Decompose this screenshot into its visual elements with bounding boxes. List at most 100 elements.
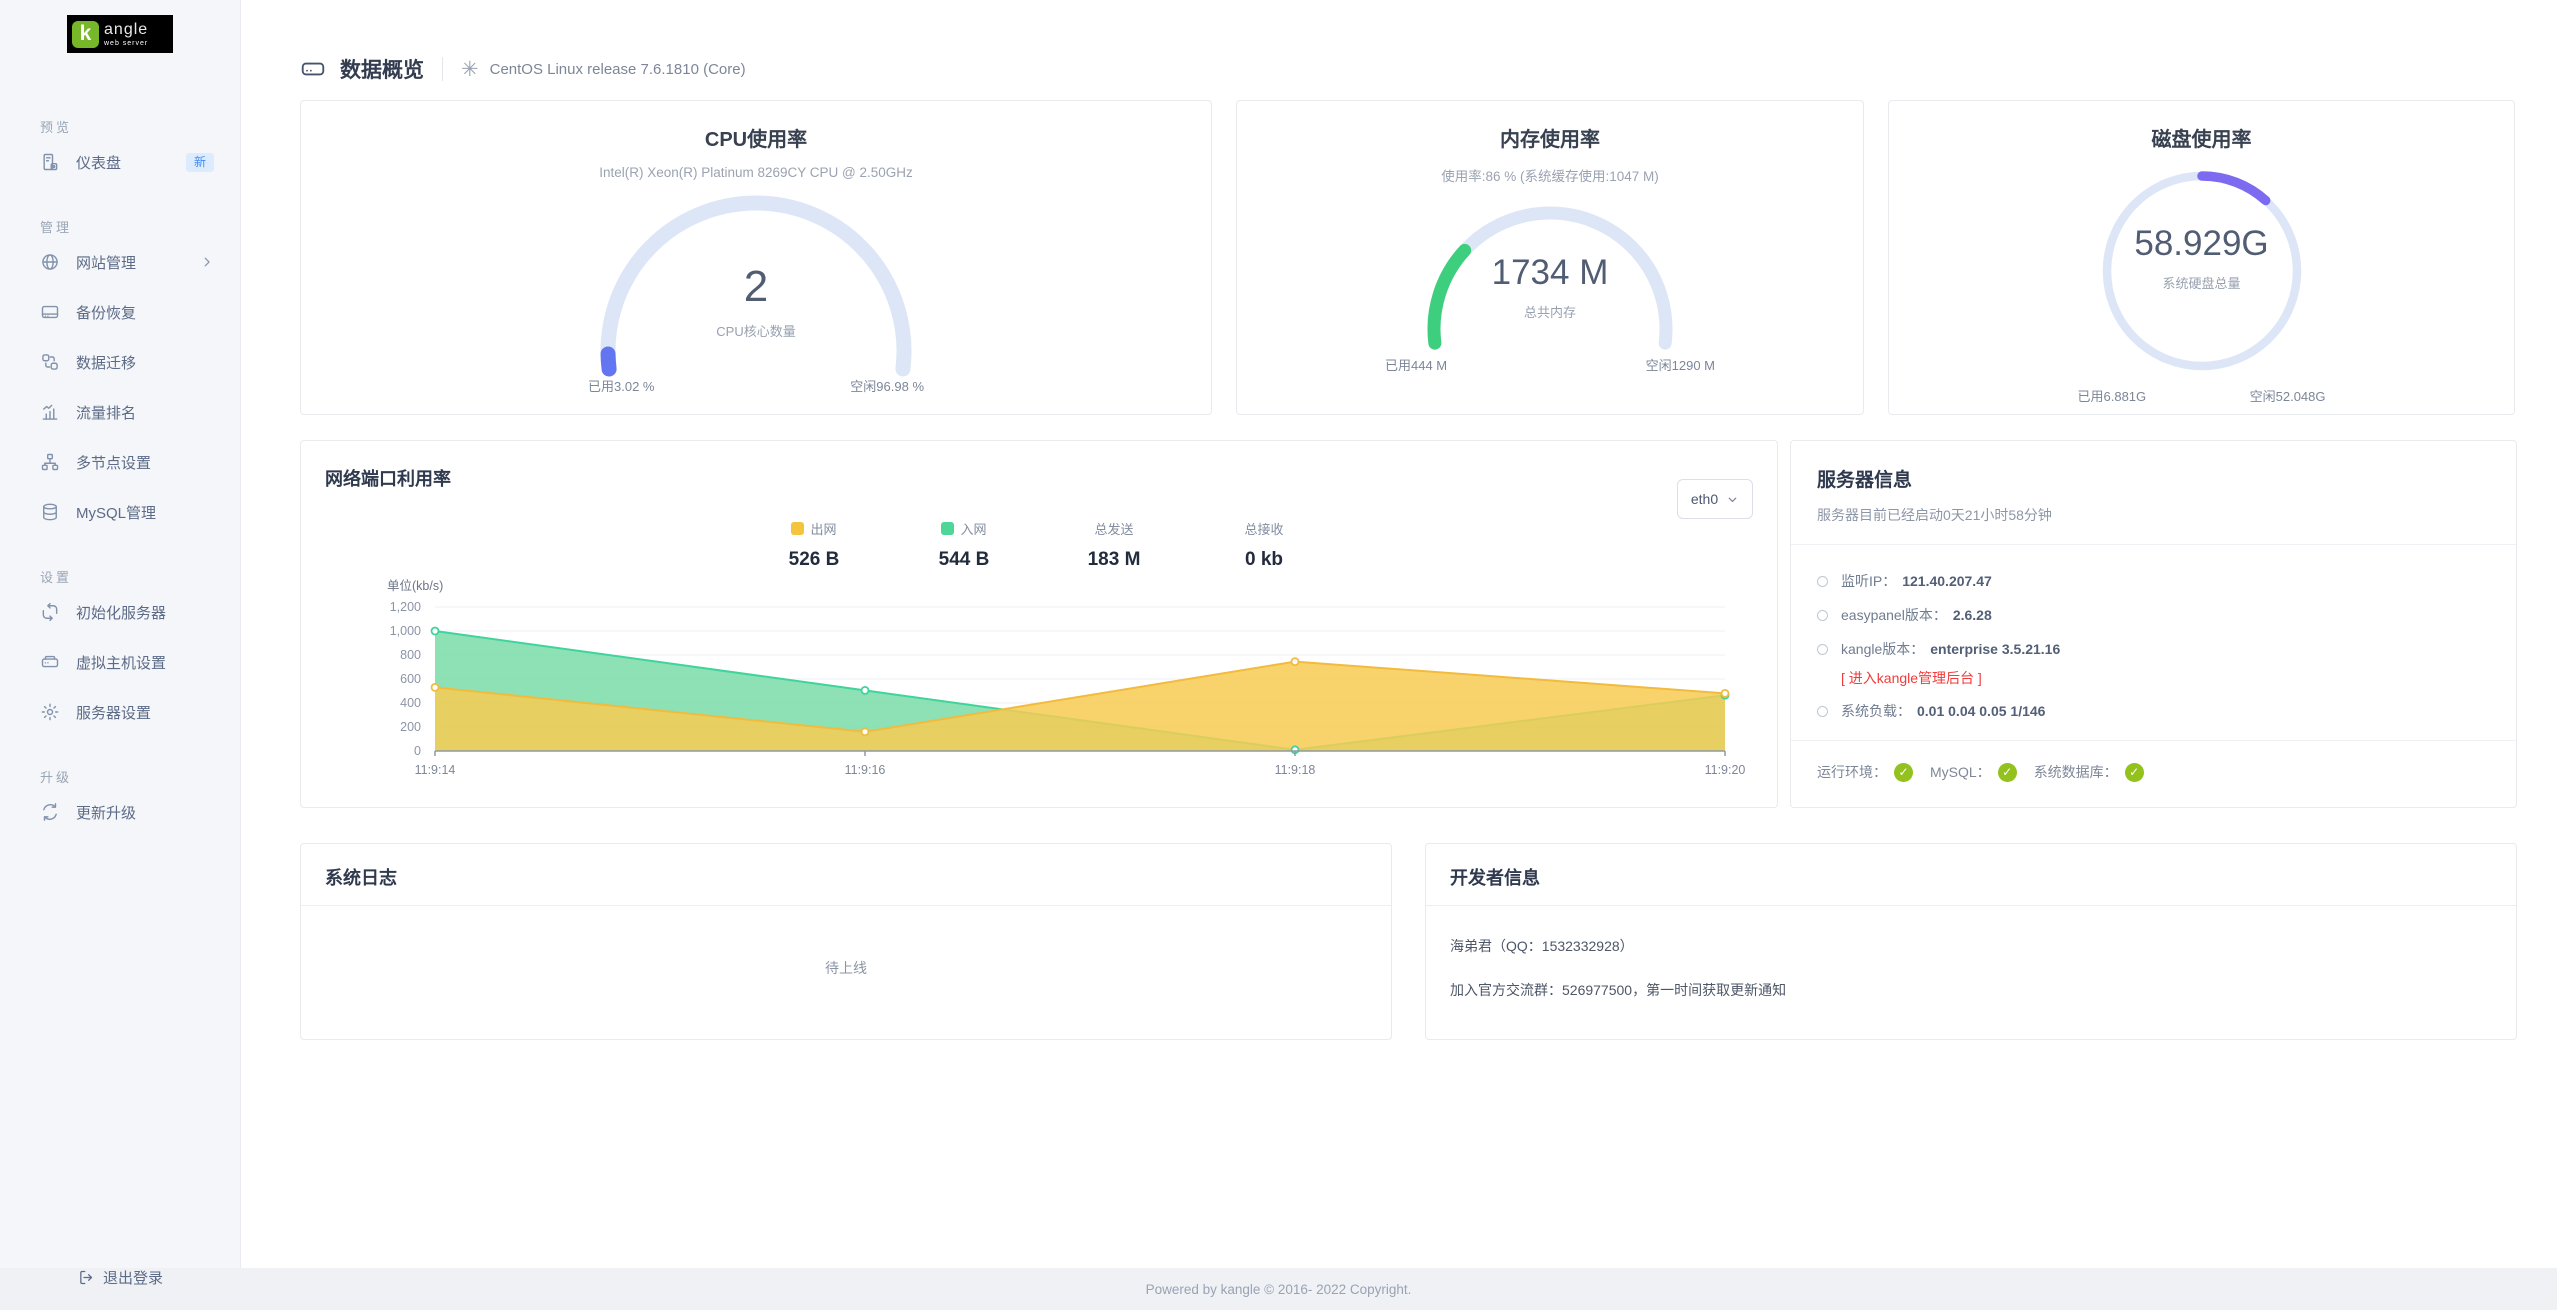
server-info-value: 121.40.207.47 [1902, 573, 1992, 589]
gear-icon [40, 702, 60, 722]
network-chart: 02004006008001,0001,200单位(kb/s)11:9:1411… [325, 577, 1755, 789]
cpu-free-label: 空闲96.98 % [850, 376, 924, 395]
sidebar-item-label: 网站管理 [76, 252, 136, 273]
memory-total-label: 总共内存 [1420, 302, 1680, 321]
server-uptime-text: 服务器目前已经启动0天21小时58分钟 [1817, 505, 2490, 525]
memory-card-title: 内存使用率 [1237, 123, 1863, 152]
memory-card-subtitle: 使用率:86 % (系统缓存使用:1047 M) [1237, 165, 1863, 185]
copyright-text: Powered by kangle © 2016- 2022 Copyright… [1146, 1282, 1412, 1297]
env-label: MySQL： [1930, 762, 1991, 782]
cpu-used-label: 已用3.02 % [588, 376, 654, 395]
centos-logo-icon [461, 59, 479, 80]
sitemap-icon [40, 452, 60, 472]
sidebar-item-label: 更新升级 [76, 802, 136, 823]
legend-item: 总接收0 kb [1232, 519, 1296, 571]
developer-group-text: 加入官方交流群：526977500，第一时间获取更新通知 [1450, 980, 2492, 1000]
main-content: 数据概览 CentOS Linux release 7.6.1810 (Core… [242, 0, 2557, 1040]
network-usage-card: 网络端口利用率 eth0 出网526 B入网544 B总发送183 M总接收0 … [300, 440, 1778, 808]
sidebar-item-site-management[interactable]: 网站管理 [0, 237, 240, 287]
check-icon [1894, 763, 1913, 782]
server-info-list: 监听IP： 121.40.207.47 easypanel版本：2.6.28 kang… [1817, 571, 2490, 721]
sidebar-item-data-migration[interactable]: 数据迁移 [0, 337, 240, 387]
env-label: 系统数据库： [2034, 762, 2118, 782]
legend-value: 526 B [782, 549, 846, 571]
cpu-usage-card: CPU使用率 Intel(R) Xeon(R) Platinum 8269CY … [300, 100, 1212, 415]
legend-value: 183 M [1082, 549, 1146, 571]
svg-text:1,200: 1,200 [390, 600, 421, 614]
page-header: 数据概览 CentOS Linux release 7.6.1810 (Core… [300, 54, 2517, 84]
cpu-core-count: 2 [591, 262, 921, 312]
developer-contact: 海弟君（QQ：1532332928） [1450, 936, 2492, 956]
logout-label: 退出登录 [103, 1267, 163, 1288]
sidebar-nav: 预览仪表盘新管理网站管理备份恢复数据迁移流量排名多节点设置MySQL管理设置初始… [0, 53, 240, 837]
legend-label: 总发送 [1094, 519, 1133, 538]
legend-row: 出网526 B 入网 544 B 总发送 183 M 总接收0 kb [325, 519, 1753, 571]
legend-value: 544 B [932, 549, 996, 571]
logout-button[interactable]: 退出登录 [0, 1267, 241, 1288]
sidebar-item-multi-node-settings[interactable]: 多节点设置 [0, 437, 240, 487]
sidebar-item-backup-restore[interactable]: 备份恢复 [0, 287, 240, 337]
chevron-right-icon [200, 255, 214, 269]
memory-total-value: 1734 M [1420, 253, 1680, 293]
divider [1791, 544, 2516, 545]
svg-text:1,000: 1,000 [390, 624, 421, 638]
sidebar-item-update-upgrade[interactable]: 更新升级 [0, 787, 240, 837]
server-info-row: kangle版本：enterprise 3.5.21.16 [1817, 639, 2490, 659]
kangle-logo-tagline: web server [104, 40, 148, 47]
nav-section-label: 设置 [40, 567, 240, 587]
cpu-core-label: CPU核心数量 [591, 321, 921, 340]
memory-usage-card: 内存使用率 使用率:86 % (系统缓存使用:1047 M) 1734 M 总共… [1236, 100, 1864, 415]
sidebar-item-label: 备份恢复 [76, 302, 136, 323]
sidebar-item-server-settings[interactable]: 服务器设置 [0, 687, 240, 737]
legend-label: 总接收 [1244, 519, 1283, 538]
sidebar-item-init-server[interactable]: 初始化服务器 [0, 587, 240, 637]
svg-text:单位(kb/s): 单位(kb/s) [387, 578, 443, 593]
svg-text:11:9:20: 11:9:20 [1705, 763, 1746, 777]
sidebar-item-label: 流量排名 [76, 402, 136, 423]
server-info-value: 0.01 0.04 0.05 1/146 [1917, 703, 2045, 719]
system-log-title: 系统日志 [301, 844, 1391, 906]
sidebar-item-label: 数据迁移 [76, 352, 136, 373]
globe-icon [40, 252, 60, 272]
sidebar-item-vhost-settings[interactable]: 虚拟主机设置 [0, 637, 240, 687]
interface-select-value: eth0 [1691, 491, 1718, 507]
env-row: 运行环境：MySQL：系统数据库： [1817, 762, 2490, 782]
server-info-row: easypanel版本：2.6.28 [1817, 605, 2490, 625]
svg-text:600: 600 [400, 672, 421, 686]
server-info-row: 监听IP： 121.40.207.47 [1817, 571, 2490, 591]
circle-bullet-icon [1817, 644, 1828, 655]
chart-bars-icon [40, 402, 60, 422]
sidebar-item-traffic-ranking[interactable]: 流量排名 [0, 387, 240, 437]
legend-item: 出网526 B [782, 519, 846, 571]
kangle-logo-k-icon: k [72, 21, 99, 48]
server-info-label: 监听IP： [1841, 571, 1896, 591]
loop-icon [40, 602, 60, 622]
server-info-row: 系统负载： 0.01 0.04 0.05 1/146 [1817, 701, 2490, 721]
transfer-icon [40, 352, 60, 372]
refresh-icon [40, 802, 60, 822]
legend-label: 入网 [960, 519, 986, 538]
circle-bullet-icon [1817, 576, 1828, 587]
server-info-label: 系统负载： [1841, 701, 1911, 721]
server-info-label: easypanel版本： [1841, 605, 1947, 625]
svg-text:11:9:18: 11:9:18 [1275, 763, 1316, 777]
server-info-value: enterprise 3.5.21.16 [1930, 641, 2060, 657]
svg-text:400: 400 [400, 696, 421, 710]
sidebar-item-mysql-management[interactable]: MySQL管理 [0, 487, 240, 537]
circle-bullet-icon [1817, 706, 1828, 717]
svg-text:800: 800 [400, 648, 421, 662]
memory-free-label: 空闲1290 M [1646, 355, 1715, 374]
kangle-admin-link[interactable]: [ 进入kangle管理后台 ] [1841, 668, 2490, 688]
nav-section-label: 预览 [40, 117, 240, 137]
divider [1791, 740, 2516, 741]
disk-card-title: 磁盘使用率 [1889, 123, 2514, 152]
system-log-card: 系统日志 待上线 [300, 843, 1392, 1040]
kangle-logo-name: angle [104, 22, 148, 38]
interface-select[interactable]: eth0 [1677, 479, 1753, 519]
sidebar-item-dashboard[interactable]: 仪表盘新 [0, 137, 240, 187]
kangle-logo: k angle web server [67, 15, 173, 53]
disk-usage-card: 磁盘使用率 58.929G 系统硬盘总量 已用6.881G 空闲52.048G [1888, 100, 2515, 415]
developer-info-title: 开发者信息 [1426, 844, 2516, 906]
os-release-text: CentOS Linux release 7.6.1810 (Core) [490, 61, 746, 78]
check-icon [2125, 763, 2144, 782]
